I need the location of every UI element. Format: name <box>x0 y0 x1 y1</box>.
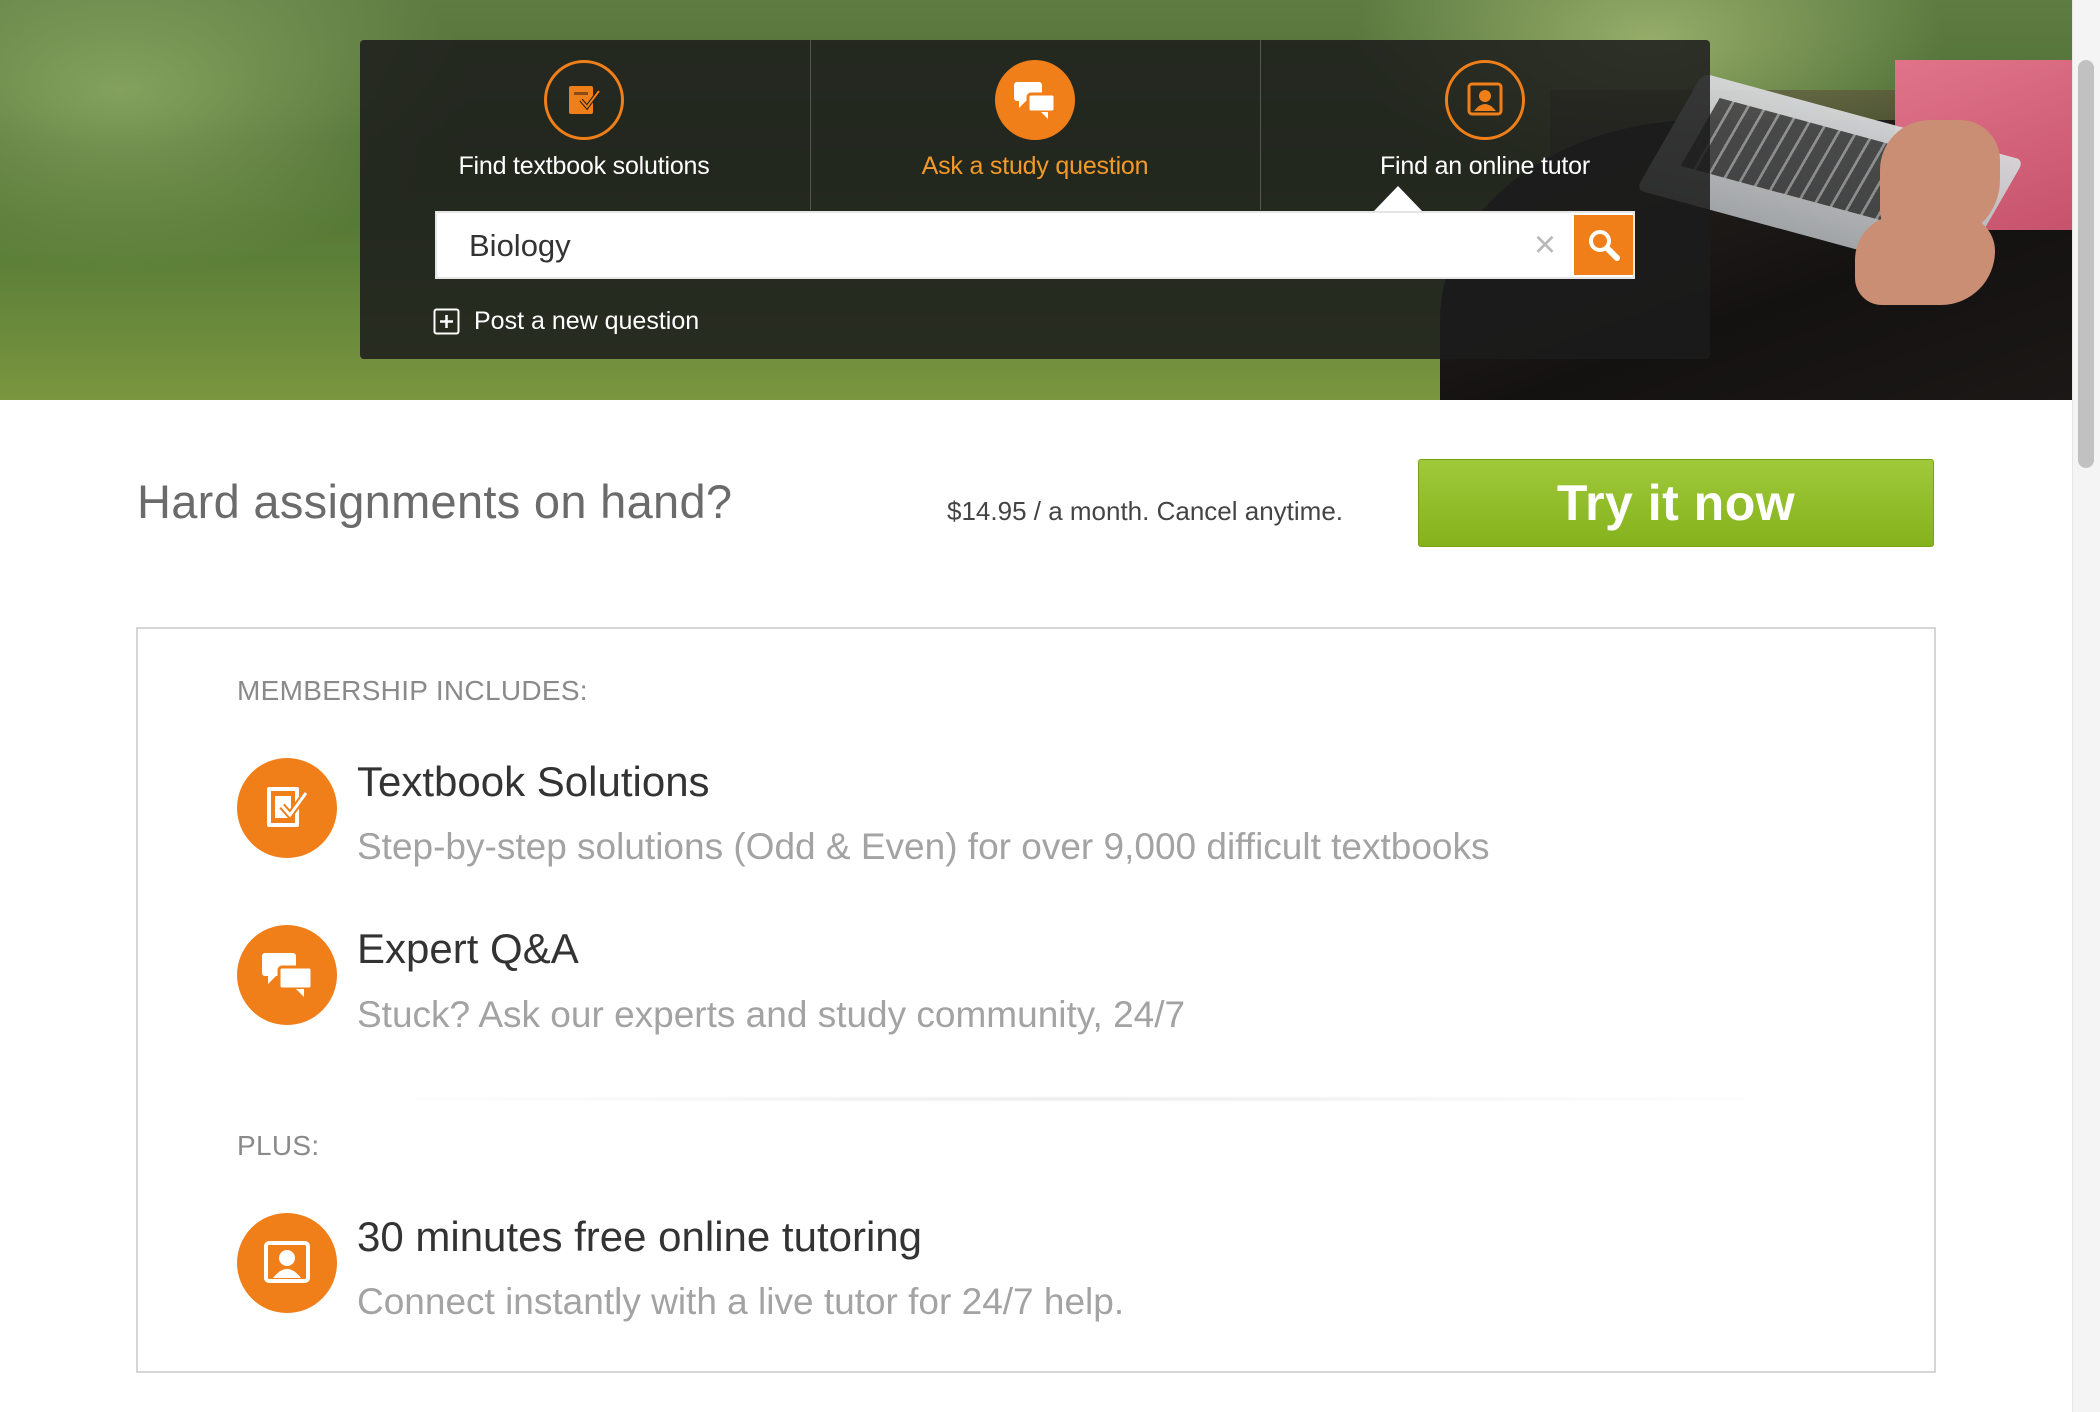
scrollbar-thumb[interactable] <box>2078 60 2094 468</box>
try-it-now-button[interactable]: Try it now <box>1418 459 1934 547</box>
feature-description: Connect instantly with a live tutor for … <box>357 1281 1125 1322</box>
tab-online-tutor[interactable]: Find an online tutor <box>1261 40 1709 210</box>
feature-description: Stuck? Ask our experts and study communi… <box>357 994 1186 1035</box>
tab-textbook-solutions[interactable]: Find textbook solutions <box>360 40 808 210</box>
plus-box-icon <box>433 308 460 334</box>
tab-ask-study-question[interactable]: Ask a study question <box>811 40 1259 210</box>
post-question-label: Post a new question <box>474 306 700 335</box>
feature-title: Expert Q&A <box>357 925 579 972</box>
promo-title: Hard assignments on hand? <box>137 475 733 528</box>
search-input[interactable] <box>467 213 1471 279</box>
close-icon[interactable]: × <box>1525 225 1565 265</box>
active-tab-pointer <box>1373 186 1423 212</box>
search-icon <box>1588 230 1620 261</box>
feature-title: Textbook Solutions <box>357 758 710 805</box>
hero-photo-hand <box>1855 215 1995 305</box>
tab-ask-study-question-label: Ask a study question <box>921 152 1149 180</box>
hero-banner: Find textbook solutions Ask a study ques… <box>0 0 2072 400</box>
feature-description: Step-by-step solutions (Odd & Even) for … <box>357 826 1490 867</box>
section-divider <box>320 1096 1840 1102</box>
plus-label: PLUS: <box>237 1130 320 1161</box>
chat-icon <box>995 60 1075 140</box>
search-button[interactable] <box>1574 215 1633 275</box>
textbook-icon <box>237 758 337 858</box>
chat-icon <box>237 925 337 1025</box>
search-bar: × <box>435 211 1635 279</box>
tutor-icon <box>1445 60 1525 140</box>
promo-price: $14.95 / a month. Cancel anytime. <box>947 496 1344 526</box>
tutor-icon <box>237 1213 337 1313</box>
tab-textbook-solutions-label: Find textbook solutions <box>458 152 710 180</box>
membership-includes-label: MEMBERSHIP INCLUDES: <box>237 675 588 706</box>
textbook-icon <box>544 60 624 140</box>
feature-title: 30 minutes free online tutoring <box>357 1213 923 1260</box>
post-question-link[interactable]: Post a new question <box>433 304 699 338</box>
tab-online-tutor-label: Find an online tutor <box>1379 152 1591 180</box>
